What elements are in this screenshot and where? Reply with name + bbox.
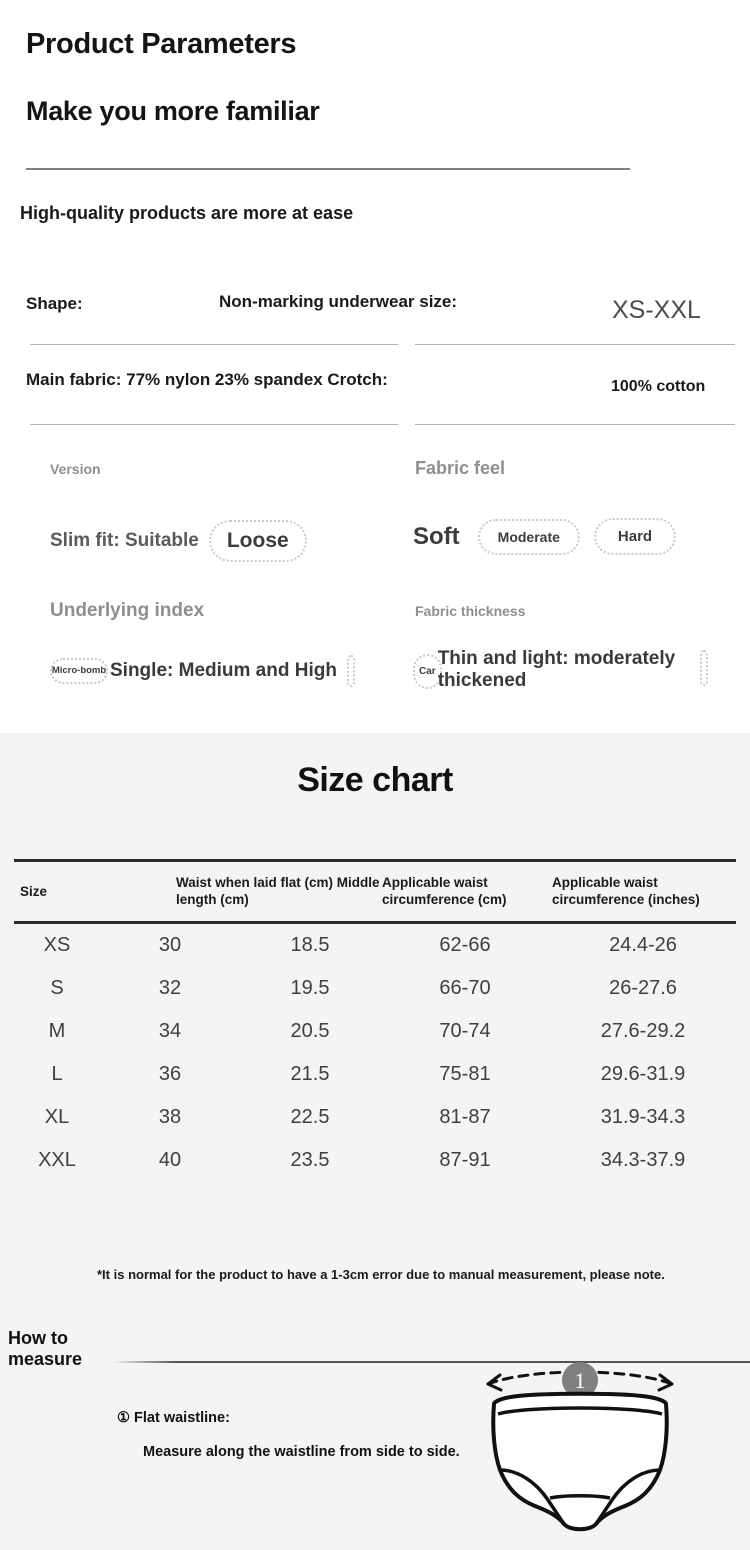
- spec-label-shape: Shape:: [26, 294, 83, 313]
- cell-middle-length: 23.5: [290, 1149, 330, 1172]
- table-header-row: Size Waist when laid flat (cm) Middle le…: [14, 859, 736, 924]
- column-header-waist-flat: Waist when laid flat (cm) Middle length …: [100, 859, 380, 924]
- cell-waist-flat: 40: [158, 1149, 182, 1172]
- option-heading-underlying-index: Underlying index: [50, 600, 205, 621]
- table-row: M 34 20.5 70-74 27.6-29.2: [14, 1010, 736, 1053]
- option-choice-placeholder-left[interactable]: [346, 655, 355, 687]
- cell-middle-length: 20.5: [290, 1020, 330, 1043]
- table-row: XL 38 22.5 81-87 31.9-34.3: [14, 1096, 736, 1139]
- underwear-diagram: 1: [470, 1358, 690, 1538]
- cell-waist-flat: 34: [158, 1020, 182, 1043]
- cell-size: XS: [43, 934, 71, 957]
- option-heading-version: Version: [50, 461, 101, 477]
- cell-waist-cm: 87-91: [439, 1149, 491, 1172]
- cell-waist-flat: 38: [158, 1106, 182, 1129]
- cell-waist-in: 24.4-26: [609, 934, 677, 957]
- cell-waist-in: 34.3-37.9: [600, 1149, 686, 1172]
- cell-waist-cm: 62-66: [439, 934, 491, 957]
- table-row: S 32 19.5 66-70 26-27.6: [14, 967, 736, 1010]
- cell-waist-in: 27.6-29.2: [600, 1020, 686, 1043]
- cell-waist-flat: 30: [158, 934, 182, 957]
- cell-size: S: [50, 977, 64, 1000]
- option-choice-hard[interactable]: Hard: [593, 518, 677, 555]
- table-row: XXL 40 23.5 87-91 34.3-37.9: [14, 1139, 736, 1182]
- option-choice-loose[interactable]: Loose: [208, 520, 307, 562]
- option-badge-micro-bomb[interactable]: Micro-bomb: [50, 658, 108, 684]
- cell-middle-length: 22.5: [290, 1106, 330, 1129]
- option-heading-fabric-thickness: Fabric thickness: [415, 603, 526, 619]
- cell-waist-in: 31.9-34.3: [600, 1106, 686, 1129]
- cell-waist-flat: 32: [158, 977, 182, 1000]
- column-header-waist-in: Applicable waist circumference (inches): [550, 859, 736, 924]
- option-selected-version[interactable]: Slim fit: Suitable: [50, 530, 199, 552]
- step-title-flat-waistline: ① Flat waistline:: [117, 1410, 230, 1426]
- cell-middle-length: 21.5: [290, 1063, 330, 1086]
- cell-waist-in: 29.6-31.9: [600, 1063, 686, 1086]
- spec-label-size: Non-marking underwear size:: [219, 292, 458, 311]
- spec-divider-left-1: [30, 344, 398, 345]
- cell-size: L: [51, 1063, 63, 1086]
- spec-value-size-range: XS-XXL: [612, 296, 701, 324]
- table-body: XS 30 18.5 62-66 24.4-26 S 32 19.5 66-70…: [14, 922, 736, 1182]
- column-header-waist-cm: Applicable waist circumference (cm): [380, 859, 550, 924]
- cell-waist-flat: 36: [158, 1063, 182, 1086]
- option-selected-fabric-thickness[interactable]: Thin and light: moderately thickened: [438, 648, 688, 693]
- option-selected-underlying-index[interactable]: Single: Medium and High: [110, 660, 337, 682]
- cell-size: XL: [44, 1106, 70, 1129]
- cell-waist-cm: 75-81: [439, 1063, 491, 1086]
- spec-divider-right-2: [415, 424, 735, 425]
- measurement-note: *It is normal for the product to have a …: [97, 1267, 665, 1282]
- cell-waist-in: 26-27.6: [609, 977, 677, 1000]
- product-parameters-section: Product Parameters Make you more familia…: [0, 0, 750, 733]
- spec-value-crotch-fabric: 100% cotton: [611, 378, 706, 395]
- size-chart-table: Size Waist when laid flat (cm) Middle le…: [14, 859, 736, 1182]
- column-header-size: Size: [14, 859, 100, 924]
- spec-divider-left-2: [30, 424, 398, 425]
- underwear-outline: [491, 1391, 669, 1532]
- page-subtitle: Make you more familiar: [26, 96, 320, 126]
- cell-size: M: [48, 1020, 66, 1043]
- table-row: L 36 21.5 75-81 29.6-31.9: [14, 1053, 736, 1096]
- cell-waist-cm: 81-87: [439, 1106, 491, 1129]
- step-badge-number: 1: [575, 1368, 586, 1393]
- header-divider: [26, 168, 630, 170]
- size-chart-title: Size chart: [297, 761, 453, 799]
- page-title: Product Parameters: [26, 28, 297, 60]
- cell-middle-length: 18.5: [290, 934, 330, 957]
- option-heading-fabric-feel: Fabric feel: [415, 458, 506, 478]
- option-choice-moderate[interactable]: Moderate: [477, 518, 580, 555]
- cell-waist-cm: 66-70: [439, 977, 491, 1000]
- header-tagline: High-quality products are more at ease: [20, 203, 354, 223]
- how-to-measure-label: How to measure: [8, 1328, 83, 1370]
- cell-waist-cm: 70-74: [439, 1020, 491, 1043]
- option-choice-placeholder-right[interactable]: [699, 650, 708, 686]
- underwear-illustration-icon: 1: [486, 1362, 674, 1532]
- option-selected-soft[interactable]: Soft: [413, 523, 460, 551]
- cell-middle-length: 19.5: [290, 977, 330, 1000]
- table-row: XS 30 18.5 62-66 24.4-26: [14, 922, 736, 967]
- spec-label-main-fabric: Main fabric: 77% nylon 23% spandex Crotc…: [26, 370, 388, 389]
- step-description-flat-waistline: Measure along the waistline from side to…: [143, 1444, 460, 1460]
- spec-divider-right-1: [415, 344, 735, 345]
- cell-size: XXL: [38, 1149, 76, 1172]
